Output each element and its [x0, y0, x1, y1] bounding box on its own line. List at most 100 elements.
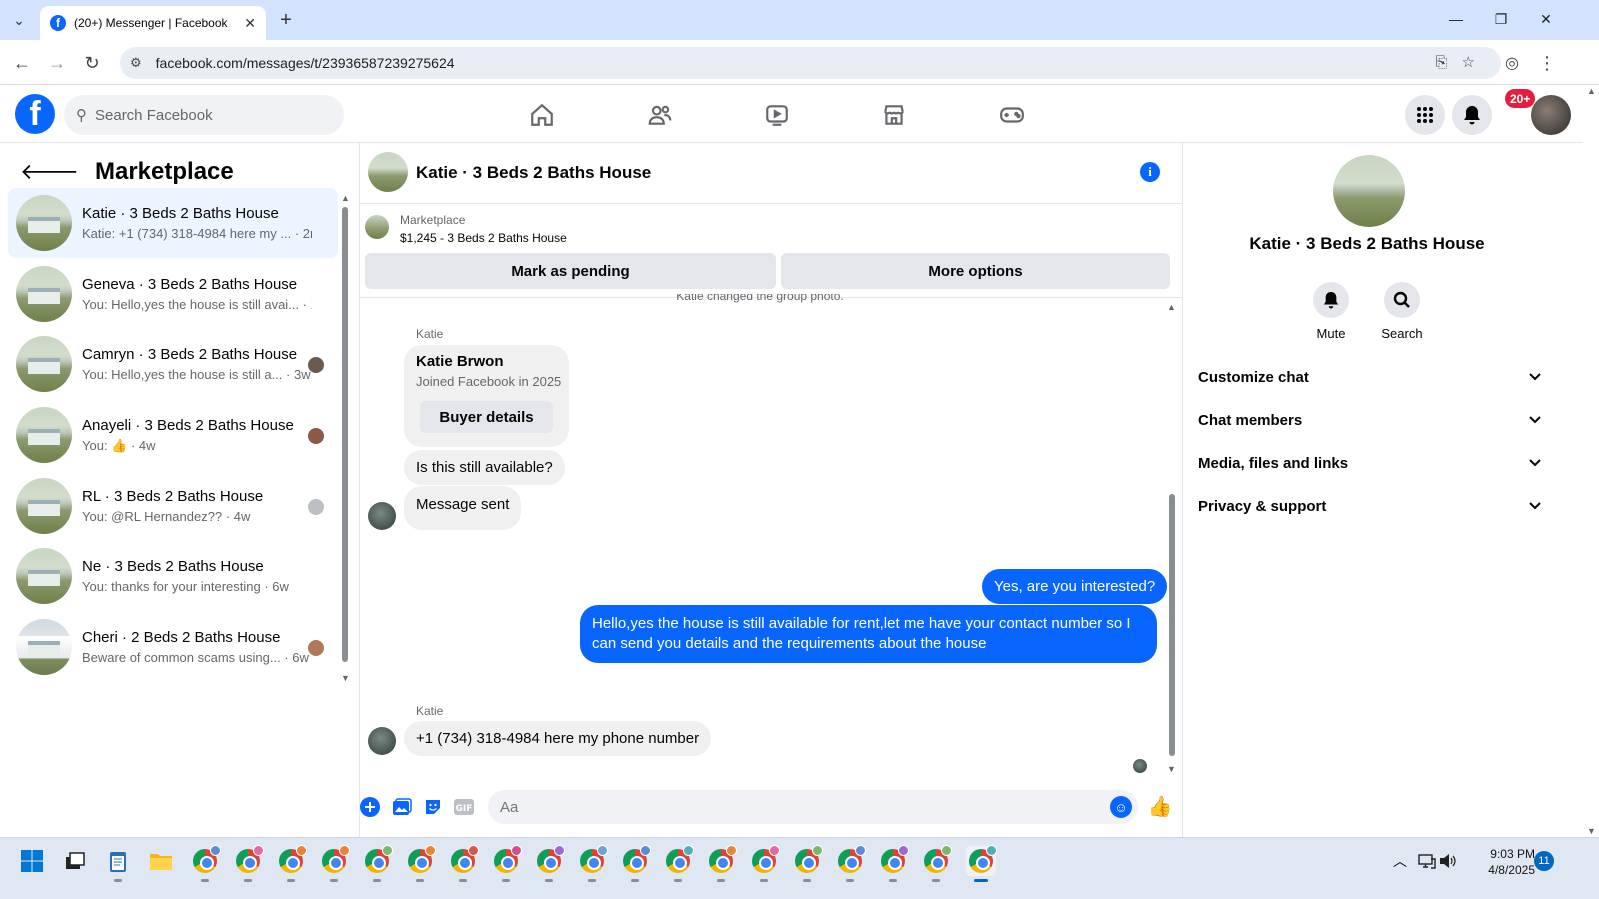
task-view-icon[interactable] — [60, 846, 90, 876]
chat-members-row[interactable]: Chat members — [1190, 400, 1550, 440]
chrome-icon[interactable] — [448, 845, 479, 882]
sender-avatar[interactable] — [368, 502, 396, 530]
page-scrollbar[interactable]: ▲ ▼ — [1585, 86, 1599, 836]
info-icon[interactable]: i — [1140, 162, 1160, 182]
conversation-item[interactable]: Katie · 3 Beds 2 Baths House Katie: +1 (7… — [8, 188, 338, 258]
scroll-down-icon[interactable]: ▼ — [341, 673, 350, 683]
browser-menu-icon[interactable]: ⋮ — [1535, 51, 1559, 75]
window-close-icon[interactable]: ✕ — [1532, 8, 1560, 30]
back-arrow-icon[interactable]: ← — [10, 51, 34, 75]
home-icon[interactable] — [522, 100, 562, 130]
notifications-bell-icon[interactable] — [1452, 95, 1492, 135]
new-tab-icon[interactable]: + — [276, 9, 296, 31]
bookmark-star-icon[interactable]: ⎘☆ — [1436, 53, 1489, 71]
chrome-icon[interactable] — [362, 845, 393, 882]
site-info-icon[interactable]: ⚙ — [130, 55, 142, 71]
restore-icon[interactable]: ❐ — [1487, 8, 1515, 30]
browser-tab-active[interactable]: f (20+) Messenger | Facebook ✕ — [40, 6, 266, 40]
conversation-item[interactable]: Ne · 3 Beds 2 Baths House You: thanks for… — [8, 541, 338, 611]
sticker-icon[interactable] — [422, 796, 444, 818]
chrome-icon[interactable] — [792, 845, 823, 882]
sender-avatar[interactable] — [368, 727, 396, 755]
plus-icon[interactable] — [359, 796, 381, 818]
conversation-item[interactable]: Anayeli · 3 Beds 2 Baths House You: 👍 · 4… — [8, 400, 338, 470]
chrome-icon[interactable] — [835, 845, 866, 882]
chat-details-avatar[interactable] — [1333, 155, 1405, 227]
customize-chat-row[interactable]: Customize chat — [1190, 357, 1550, 397]
tray-chevron-up-icon[interactable]: ︿ — [1385, 846, 1415, 876]
thumbs-up-icon[interactable]: 👍 — [1148, 794, 1173, 818]
chrome-icon[interactable] — [749, 845, 780, 882]
photo-icon[interactable] — [391, 796, 413, 818]
chrome-icon[interactable] — [663, 845, 694, 882]
media-files-links-row[interactable]: Media, files and links — [1190, 443, 1550, 483]
scroll-up-icon[interactable]: ▲ — [1587, 86, 1596, 96]
tab-close-icon[interactable]: ✕ — [244, 15, 256, 32]
outgoing-message[interactable]: Yes, are you interested? — [982, 569, 1168, 604]
outgoing-message[interactable]: Hello,yes the house is still available f… — [580, 605, 1157, 663]
chat-title[interactable]: Katie · 3 Beds 2 Baths House — [416, 163, 651, 183]
account-avatar[interactable] — [1531, 95, 1571, 135]
scroll-down-icon[interactable]: ▼ — [1167, 764, 1176, 774]
chrome-icon[interactable] — [966, 845, 997, 882]
facebook-search[interactable]: ⚲ Search Facebook — [64, 95, 344, 135]
chrome-icon[interactable] — [405, 845, 436, 882]
chat-avatar[interactable] — [368, 152, 408, 192]
clock[interactable]: 9:03 PM 4/8/2025 — [1455, 846, 1535, 878]
chrome-icon[interactable] — [276, 845, 307, 882]
running-indicator — [502, 879, 510, 882]
chrome-icon[interactable] — [878, 845, 909, 882]
chrome-icon[interactable] — [534, 845, 565, 882]
windows-start-icon[interactable] — [17, 846, 47, 876]
mark-as-pending-button[interactable]: Mark as pending — [365, 253, 776, 289]
incoming-message[interactable]: +1 (734) 318-4984 here my phone number — [404, 721, 712, 756]
gaming-icon[interactable] — [992, 100, 1032, 130]
chrome-icon[interactable] — [706, 845, 737, 882]
marketplace-icon[interactable] — [874, 100, 914, 130]
conversation-item[interactable]: Cheri · 2 Beds 2 Baths House Beware of co… — [8, 612, 338, 682]
minimize-icon[interactable]: — — [1442, 8, 1470, 30]
emoji-icon[interactable]: ☺ — [1110, 796, 1132, 818]
chrome-icon[interactable] — [577, 845, 608, 882]
chrome-icon[interactable] — [921, 845, 952, 882]
more-options-button[interactable]: More options — [781, 253, 1170, 289]
scroll-up-icon[interactable]: ▲ — [1167, 302, 1176, 312]
chrome-icon[interactable] — [491, 845, 522, 882]
file-explorer-icon[interactable] — [146, 846, 176, 876]
scrollbar-thumb[interactable] — [342, 207, 348, 662]
facebook-favicon-icon: f — [50, 15, 66, 31]
scroll-up-icon[interactable]: ▲ — [341, 193, 350, 203]
friends-icon[interactable] — [640, 100, 680, 130]
notification-count-badge[interactable]: 11 — [1534, 851, 1554, 871]
facebook-logo-icon[interactable]: f — [15, 94, 55, 134]
conversation-item[interactable]: Camryn · 3 Beds 2 Baths House You: Hello,… — [8, 329, 338, 399]
chrome-icon[interactable] — [620, 845, 651, 882]
conversation-item[interactable]: Geneva · 3 Beds 2 Baths House You: Hello,… — [8, 259, 338, 329]
message-input[interactable] — [488, 790, 1138, 824]
buyer-details-button[interactable]: Buyer details — [420, 401, 553, 433]
chat-scrollbar[interactable]: ▲ ▼ — [1166, 302, 1178, 774]
incoming-message[interactable]: Message sent — [404, 486, 522, 530]
menu-grid-icon[interactable] — [1405, 95, 1445, 135]
back-arrow-icon[interactable]: 🡐 — [20, 159, 79, 185]
profile-icon[interactable]: ◎ — [1500, 51, 1524, 75]
chrome-icon[interactable] — [319, 845, 350, 882]
notepad-icon[interactable] — [103, 846, 133, 882]
conversation-item[interactable]: RL · 3 Beds 2 Baths House You: @RL Hernan… — [8, 471, 338, 541]
reload-icon[interactable]: ↻ — [80, 51, 104, 75]
mute-button[interactable]: Mute — [1301, 282, 1361, 341]
chrome-icon[interactable] — [190, 845, 221, 882]
tab-search-icon[interactable]: ⌄ — [9, 10, 29, 30]
incoming-message[interactable]: Is this still available? — [404, 450, 565, 485]
watch-icon[interactable] — [757, 100, 797, 130]
scroll-down-icon[interactable]: ▼ — [1587, 826, 1596, 836]
scrollbar-thumb[interactable] — [1169, 494, 1175, 756]
address-bar[interactable]: ⚙ facebook.com/messages/t/23936587239275… — [120, 47, 1501, 79]
gif-icon[interactable]: GIF — [453, 796, 475, 818]
chrome-icon[interactable] — [233, 845, 264, 882]
privacy-support-row[interactable]: Privacy & support — [1190, 486, 1550, 526]
search-in-chat-button[interactable]: Search — [1372, 282, 1432, 341]
listing-price[interactable]: $1,245 - 3 Beds 2 Baths House — [400, 231, 567, 245]
chat-list-scrollbar[interactable]: ▲ ▼ — [340, 193, 350, 683]
forward-arrow-icon[interactable]: → — [45, 51, 69, 75]
